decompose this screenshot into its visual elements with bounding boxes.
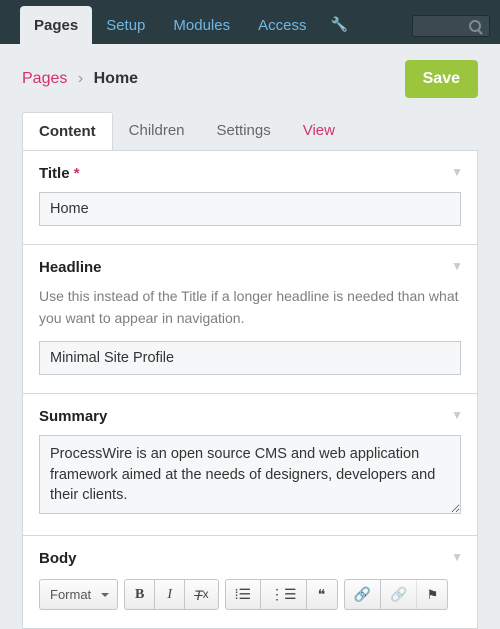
tab-content[interactable]: Content [22, 112, 113, 150]
save-button[interactable]: Save [405, 60, 478, 98]
unordered-list-icon: ⋮☰ [270, 586, 297, 603]
unlink-icon: 🔗 [390, 586, 407, 603]
breadcrumb-root[interactable]: Pages [22, 70, 67, 87]
tabs: Content Children Settings View [0, 112, 500, 150]
nav-access[interactable]: Access [244, 6, 320, 44]
title-label-text: Title [39, 165, 70, 182]
chevron-down-icon[interactable]: ▼ [451, 165, 463, 179]
field-headline-description: Use this instead of the Title if a longe… [39, 286, 461, 329]
top-navbar: Pages Setup Modules Access 🔧 [0, 0, 500, 44]
tab-children[interactable]: Children [113, 112, 201, 150]
chevron-down-icon[interactable]: ▼ [451, 550, 463, 564]
list-group: ⁞☰ ⋮☰ ❝ [225, 579, 338, 610]
format-dropdown[interactable]: Format [39, 579, 118, 610]
ordered-list-icon: ⁞☰ [235, 586, 251, 603]
body-toolbar: Format B I Tx ⁞☰ ⋮☰ ❝ 🔗 🔗 ⚑ [39, 577, 461, 610]
nav-pages[interactable]: Pages [20, 6, 92, 44]
summary-textarea[interactable]: ProcessWire is an open source CMS and we… [39, 435, 461, 514]
bold-button[interactable]: B [125, 580, 155, 609]
breadcrumb: Pages › Home [22, 70, 138, 88]
field-body: ▼ Body Format B I Tx ⁞☰ ⋮☰ ❝ 🔗 🔗 ⚑ [23, 536, 477, 628]
search-wrap [412, 15, 490, 37]
unordered-list-button[interactable]: ⋮☰ [261, 580, 307, 609]
link-button[interactable]: 🔗 [345, 580, 381, 609]
breadcrumb-current: Home [94, 70, 138, 87]
title-input[interactable] [39, 192, 461, 226]
content-panel: ▼ Title * ▼ Headline Use this instead of… [22, 150, 478, 629]
nav-setup[interactable]: Setup [92, 6, 159, 44]
italic-button[interactable]: I [155, 580, 185, 609]
remove-format-button[interactable]: Tx [185, 580, 217, 609]
primary-nav: Pages Setup Modules Access 🔧 [20, 0, 358, 44]
field-title: ▼ Title * [23, 151, 477, 245]
search-icon [469, 20, 481, 32]
field-headline-label: Headline [39, 259, 461, 276]
search-input[interactable] [412, 15, 490, 37]
chevron-down-icon[interactable]: ▼ [451, 408, 463, 422]
required-mark: * [74, 165, 80, 182]
link-icon: 🔗 [354, 586, 371, 603]
ordered-list-button[interactable]: ⁞☰ [226, 580, 261, 609]
headline-input[interactable] [39, 341, 461, 375]
link-group: 🔗 🔗 ⚑ [344, 579, 449, 610]
anchor-button[interactable]: ⚑ [417, 580, 447, 609]
quote-icon: ❝ [318, 586, 326, 603]
text-style-group: B I Tx [124, 579, 218, 610]
tab-view[interactable]: View [287, 112, 351, 150]
breadcrumb-separator: › [78, 70, 83, 87]
wrench-icon[interactable]: 🔧 [320, 5, 357, 44]
format-select[interactable]: Format [40, 580, 117, 609]
unlink-button[interactable]: 🔗 [381, 580, 417, 609]
field-title-label: Title * [39, 165, 461, 182]
page-header: Pages › Home Save [0, 44, 500, 112]
chevron-down-icon[interactable]: ▼ [451, 259, 463, 273]
tab-settings[interactable]: Settings [201, 112, 287, 150]
nav-modules[interactable]: Modules [159, 6, 244, 44]
field-body-label: Body [39, 550, 461, 567]
flag-icon: ⚑ [427, 587, 439, 603]
field-summary: ▼ Summary ProcessWire is an open source … [23, 394, 477, 536]
field-headline: ▼ Headline Use this instead of the Title… [23, 245, 477, 394]
blockquote-button[interactable]: ❝ [307, 580, 337, 609]
field-summary-label: Summary [39, 408, 461, 425]
